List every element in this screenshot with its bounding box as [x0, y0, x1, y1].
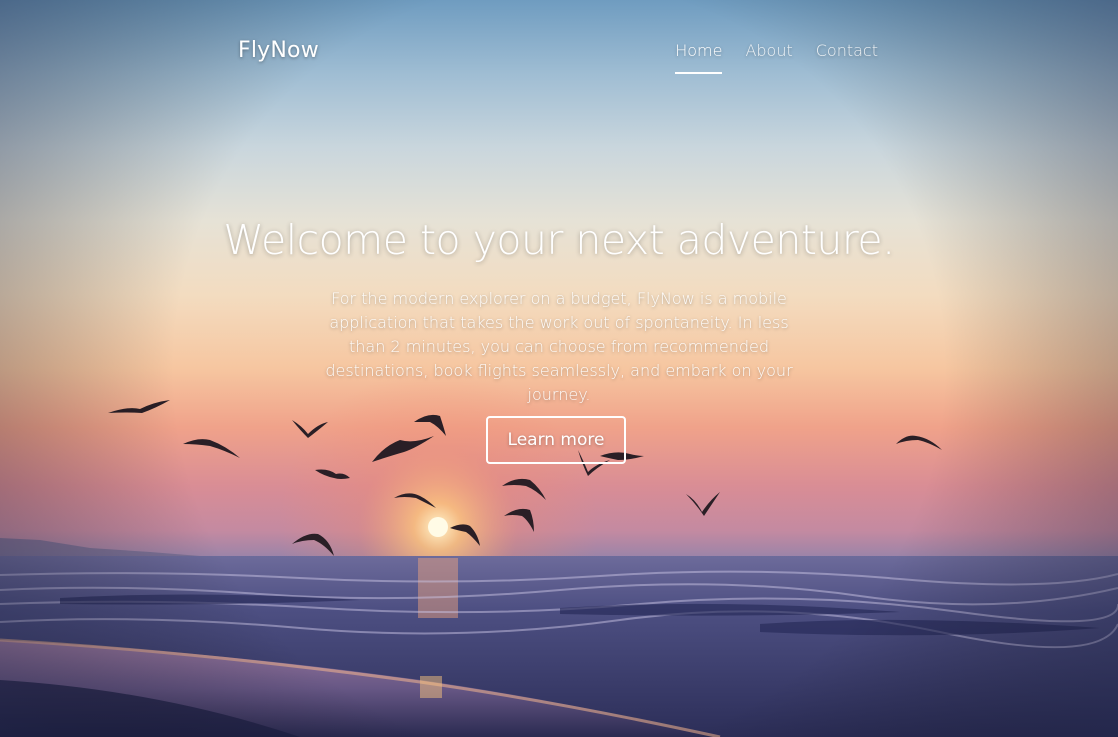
hero-headline: Welcome to your next adventure. — [223, 216, 895, 264]
nav-item-contact[interactable]: Contact — [816, 41, 878, 74]
nav-item-about[interactable]: About — [745, 41, 792, 74]
learn-more-button[interactable]: Learn more — [486, 416, 626, 464]
nav-item-home[interactable]: Home — [675, 41, 723, 74]
hero-lead-text: For the modern explorer on a budget, Fly… — [325, 289, 793, 404]
nav-links: Home About Contact — [675, 41, 878, 74]
top-navbar: FlyNow Home About Contact — [0, 0, 1118, 100]
hero-section: FlyNow Home About Contact Welcome to you… — [0, 0, 1118, 737]
brand-logo[interactable]: FlyNow — [238, 38, 319, 63]
